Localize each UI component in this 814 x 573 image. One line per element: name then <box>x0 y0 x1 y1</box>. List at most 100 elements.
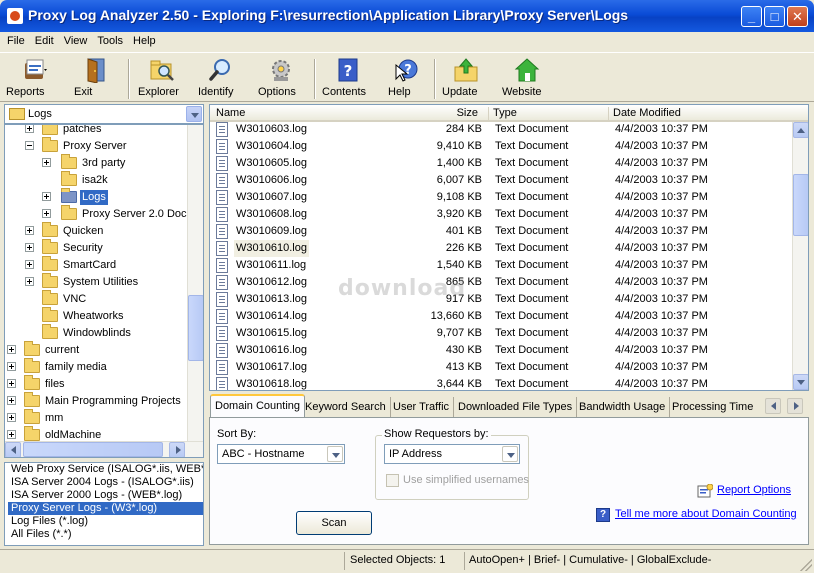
filter-item[interactable]: Log Files (*.log) <box>8 515 203 528</box>
expand-icon[interactable] <box>25 243 34 252</box>
tree-node[interactable]: isa2k <box>5 171 187 189</box>
file-row[interactable]: W3010607.log 9,108 KB Text Document 4/4/200… <box>210 189 793 206</box>
tree-node[interactable]: Quicken <box>5 222 187 240</box>
file-row[interactable]: W3010617.log 413 KB Text Document 4/4/2003 … <box>210 359 793 376</box>
expand-icon[interactable] <box>25 260 34 269</box>
tab-processing-time[interactable]: Processing Time <box>668 397 757 418</box>
expand-icon[interactable] <box>7 362 16 371</box>
tree-node[interactable]: files <box>5 375 187 393</box>
tree-node[interactable]: patches <box>5 125 187 138</box>
tab-scroll-left-button[interactable] <box>765 398 781 414</box>
contents-button[interactable]: ? Contents <box>322 55 374 101</box>
file-row[interactable]: W3010614.log 13,660 KB Text Document 4/4/20… <box>210 308 793 325</box>
resize-grip[interactable] <box>800 559 812 571</box>
folder-tree[interactable]: patches Proxy Server 3rd party isa2k Logs Pro… <box>4 124 204 458</box>
file-row[interactable]: W3010603.log 284 KB Text Document 4/4/2003 … <box>210 121 793 138</box>
tree-vertical-scrollbar[interactable] <box>187 125 203 441</box>
tree-node[interactable]: Security <box>5 239 187 257</box>
file-list[interactable]: Name Size Type Date Modified W3010603.lo… <box>209 104 809 391</box>
tree-node[interactable]: VNC <box>5 290 187 308</box>
tab-domain-counting[interactable]: Domain Counting <box>210 394 305 418</box>
filter-item[interactable]: Proxy Server Logs - (W3*.log) <box>8 502 203 515</box>
dropdown-arrow-icon[interactable] <box>502 446 518 462</box>
filter-item[interactable]: ISA Server 2000 Logs - (WEB*.log) <box>8 489 203 502</box>
tab-scroll-right-button[interactable] <box>787 398 803 414</box>
expand-icon[interactable] <box>42 209 51 218</box>
menu-file[interactable]: File <box>0 32 30 47</box>
column-size-header[interactable]: Size <box>390 107 490 120</box>
scroll-left-button[interactable] <box>5 442 21 457</box>
simplified-usernames-checkbox[interactable] <box>386 474 399 487</box>
expand-icon[interactable] <box>7 396 16 405</box>
file-row[interactable]: W3010615.log 9,707 KB Text Document 4/4/200… <box>210 325 793 342</box>
tree-node[interactable]: Proxy Server 2.0 Docs <box>5 205 192 223</box>
file-row[interactable]: W3010610.log 226 KB Text Document 4/4/2003 … <box>210 240 793 257</box>
file-row[interactable]: W3010604.log 9,410 KB Text Document 4/4/200… <box>210 138 793 155</box>
tree-node[interactable]: 3rd party <box>5 154 187 172</box>
tree-node[interactable]: Wheatworks <box>5 307 187 325</box>
tree-node[interactable]: System Utilities <box>5 273 187 291</box>
scroll-right-button[interactable] <box>169 442 185 457</box>
scroll-thumb[interactable] <box>23 442 163 457</box>
tree-horizontal-scrollbar[interactable] <box>5 441 203 457</box>
file-filter-list[interactable]: Web Proxy Service (ISALOG*.iis, WEB*.lo I… <box>4 462 204 546</box>
file-row[interactable]: W3010606.log 6,007 KB Text Document 4/4/200… <box>210 172 793 189</box>
title-bar[interactable]: Proxy Log Analyzer 2.50 - Exploring F:\r… <box>0 0 814 32</box>
options-button[interactable]: Options <box>258 55 304 101</box>
show-requestors-select[interactable]: IP Address <box>384 444 520 464</box>
expand-icon[interactable] <box>42 158 51 167</box>
file-row[interactable]: W3010613.log 917 KB Text Document 4/4/2003 … <box>210 291 793 308</box>
reports-button[interactable]: Reports <box>6 55 64 101</box>
website-button[interactable]: Website <box>502 55 552 101</box>
expand-icon[interactable] <box>7 430 16 439</box>
file-row[interactable]: W3010611.log 1,540 KB Text Document 4/4/200… <box>210 257 793 274</box>
tree-node[interactable]: Windowblinds <box>5 324 187 342</box>
menu-help[interactable]: Help <box>128 32 161 47</box>
column-modified-header[interactable]: Date Modified <box>608 107 681 120</box>
minimize-button[interactable]: _ <box>741 6 762 27</box>
filter-item[interactable]: Web Proxy Service (ISALOG*.iis, WEB*.lo <box>8 463 203 476</box>
column-name-header[interactable]: Name <box>212 107 245 120</box>
tab-downloaded-file-types[interactable]: Downloaded File Types <box>454 397 578 418</box>
maximize-button[interactable]: □ <box>764 6 785 27</box>
expand-icon[interactable] <box>7 413 16 422</box>
app-icon[interactable] <box>7 8 23 24</box>
tree-node[interactable]: current <box>5 341 187 359</box>
scan-button[interactable]: Scan <box>296 511 372 535</box>
column-type-header[interactable]: Type <box>488 107 517 120</box>
tree-node[interactable]: Main Programming Projects <box>5 392 187 410</box>
explorer-button[interactable]: Explorer <box>138 55 186 101</box>
filter-item[interactable]: ISA Server 2004 Logs - (ISALOG*.iis) <box>8 476 203 489</box>
update-button[interactable]: Update <box>442 55 490 101</box>
expand-icon[interactable] <box>25 277 34 286</box>
dropdown-arrow-icon[interactable] <box>327 446 343 462</box>
expand-icon[interactable] <box>25 226 34 235</box>
expand-icon[interactable] <box>42 192 51 201</box>
tab-bandwidth-usage[interactable]: Bandwidth Usage <box>575 397 671 418</box>
tree-node[interactable]: Logs <box>5 188 187 206</box>
expand-icon[interactable] <box>7 345 16 354</box>
folder-combo[interactable]: Logs <box>4 104 204 124</box>
identify-button[interactable]: Identify <box>198 55 244 101</box>
file-row[interactable]: W3010609.log 401 KB Text Document 4/4/2003 … <box>210 223 793 240</box>
dropdown-arrow-icon[interactable] <box>186 106 202 122</box>
file-list-vertical-scrollbar[interactable] <box>792 122 808 390</box>
scroll-down-button[interactable] <box>793 374 808 390</box>
expand-icon[interactable] <box>25 125 34 133</box>
collapse-icon[interactable] <box>25 141 34 150</box>
menu-tools[interactable]: Tools <box>92 32 128 47</box>
file-row[interactable]: W3010618.log 3,644 KB Text Document 4/4/200… <box>210 376 793 390</box>
tree-node[interactable]: mm <box>5 409 187 427</box>
tell-me-more-link[interactable]: Tell me more about Domain Counting <box>615 508 797 520</box>
sort-by-select[interactable]: ABC - Hostname <box>217 444 345 464</box>
menu-edit[interactable]: Edit <box>30 32 59 47</box>
exit-button[interactable]: Exit <box>74 55 118 101</box>
tree-node[interactable]: SmartCard <box>5 256 187 274</box>
tree-node[interactable]: family media <box>5 358 187 376</box>
scroll-up-button[interactable] <box>793 122 808 138</box>
tab-keyword-search[interactable]: Keyword Search <box>301 397 391 418</box>
help-button[interactable]: ? Help <box>388 55 424 101</box>
file-row[interactable]: W3010605.log 1,400 KB Text Document 4/4/200… <box>210 155 793 172</box>
file-row[interactable]: W3010608.log 3,920 KB Text Document 4/4/200… <box>210 206 793 223</box>
close-button[interactable]: ✕ <box>787 6 808 27</box>
